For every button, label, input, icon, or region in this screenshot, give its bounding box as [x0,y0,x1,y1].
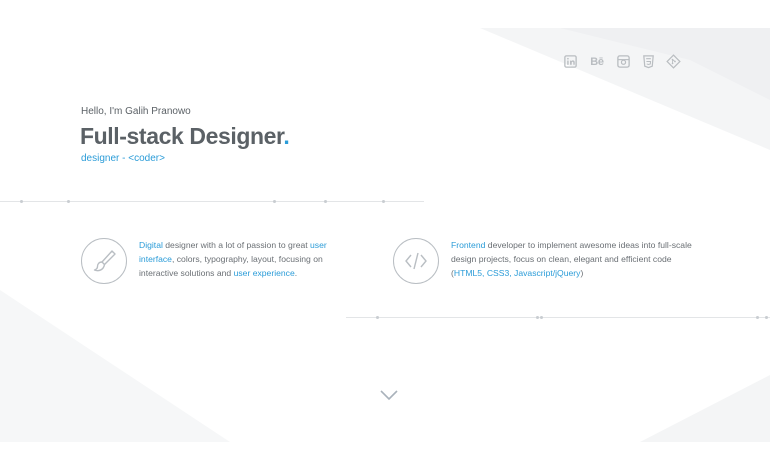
divider-node [273,200,276,203]
divider-node [540,316,543,319]
divider-node [376,316,379,319]
divider-bottom [346,317,770,318]
coder-text: ) [580,268,584,278]
highlight-tech-stack: HTML5, CSS3, Javascript/jQuery [453,268,581,278]
divider-node [382,200,385,203]
divider-node [536,316,539,319]
code-icon [393,238,439,284]
title-dot: . [283,123,290,149]
title-text: Full-stack Designer [80,123,284,149]
designer-text: . [294,268,298,278]
page-title: Full-stack Designer. [80,123,290,150]
divider-node [765,316,768,319]
chevron-down-icon[interactable] [379,388,399,402]
divider-node [756,316,759,319]
brush-icon [81,238,127,284]
behance-label: Bē [590,55,604,68]
git-icon[interactable] [666,54,681,69]
page-footer-space [0,442,770,470]
highlight-digital: Digital [139,240,163,250]
linkedin-icon[interactable] [563,54,578,69]
highlight-user-experience: user experience [233,268,295,278]
behance-icon[interactable]: Bē [588,54,606,69]
designer-description: Digital designer with a lot of passion t… [139,238,334,280]
social-links: Bē [563,54,681,69]
divider-node [67,200,70,203]
coder-description: Frontend developer to implement awesome … [451,238,701,280]
designer-text: designer with a lot of passion to great [162,240,311,250]
greeting: Hello, I'm Galih Pranowo [81,106,191,117]
html5-icon[interactable] [641,54,656,69]
subtitle: designer - <coder> [81,153,165,164]
divider-top [0,201,424,202]
divider-node [324,200,327,203]
instagram-icon[interactable] [616,54,631,69]
highlight-frontend: Frontend [451,240,486,250]
hero-section: Bē Hello, I'm Galih Pranowo Full-stack D… [0,0,770,442]
divider-node [20,200,23,203]
